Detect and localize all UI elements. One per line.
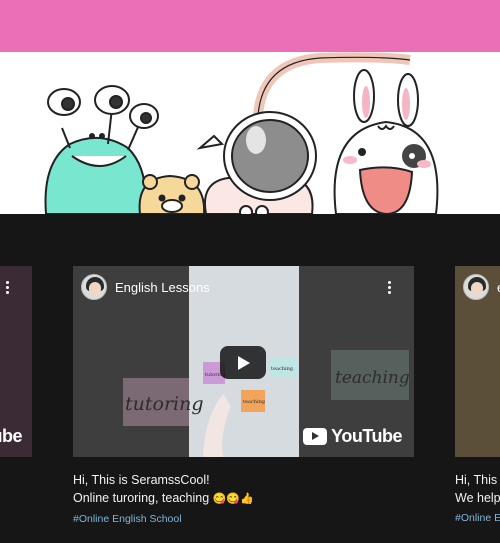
hamster [138, 174, 206, 214]
youtube-label: ube [0, 426, 22, 446]
video-thumbnail-right[interactable]: e [455, 266, 500, 457]
youtube-icon [303, 428, 328, 445]
video-card-right[interactable]: e Hi, This i We help #Online E [455, 266, 500, 527]
top-bar [0, 0, 500, 52]
youtube-label: YouTube [331, 426, 402, 446]
thumb-word-tutoring: tutoring [125, 393, 204, 415]
hashtag-link-right[interactable]: #Online E [455, 509, 500, 527]
video-caption: Hi, This is SeramssCool! Online turoring… [73, 471, 414, 528]
caption-line-1-right: Hi, This i [455, 473, 500, 487]
thumb-sticky-teaching: teaching [271, 366, 294, 372]
caption-line-1: Hi, This is SeramssCool! [73, 473, 210, 487]
cartoon-characters-illustration [44, 52, 439, 214]
video-feed: ube tutoring teaching tutoring teaching … [0, 214, 500, 543]
youtube-logo: ube [0, 426, 22, 447]
video-card-left[interactable]: ube [0, 266, 32, 457]
hashtag-link[interactable]: #Online English School [73, 510, 414, 528]
channel-name[interactable]: English Lessons [115, 280, 210, 295]
video-card[interactable]: tutoring teaching tutoring teaching teac… [73, 266, 414, 528]
channel-avatar[interactable] [81, 274, 107, 300]
caption-text: Online turoring, teaching [73, 491, 210, 505]
more-options-icon[interactable] [388, 281, 392, 296]
video-header-right: e [463, 274, 500, 300]
bunny [333, 69, 439, 214]
more-options-icon[interactable] [6, 281, 10, 296]
thumb-word-teaching: teaching [335, 368, 410, 388]
caption-line-2: Online turoring, teaching 😋😋👍 [73, 489, 414, 508]
youtube-logo[interactable]: YouTube [303, 426, 402, 447]
video-header: English Lessons [81, 274, 210, 300]
hero-illustration [0, 52, 500, 214]
video-caption-right: Hi, This i We help #Online E [455, 471, 500, 527]
caption-line-2-right: We help [455, 491, 500, 505]
video-thumbnail[interactable]: tutoring teaching tutoring teaching teac… [73, 266, 414, 457]
thumb-sticky-teaching-2: teaching [243, 399, 266, 405]
play-button[interactable] [220, 346, 266, 379]
caption-emoji: 😋😋👍 [212, 493, 254, 505]
video-thumbnail-left[interactable]: ube [0, 266, 32, 457]
channel-avatar-right[interactable] [463, 274, 489, 300]
